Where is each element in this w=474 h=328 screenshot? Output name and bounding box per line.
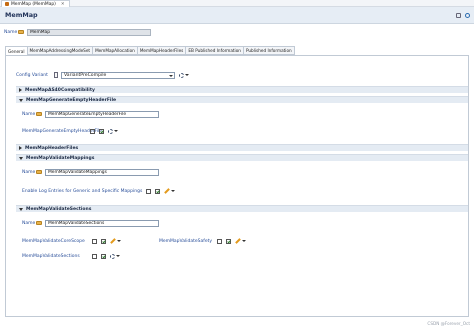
pencil-menu-caret[interactable] [242,240,246,242]
editor-tab-label: MemMap (MemMap) [11,1,56,7]
section-header-files[interactable]: MemMapHeaderFiles [16,144,468,151]
validate-mappings-name-row: Name MemMapValidateMappings [22,168,159,176]
gen-empty-param-row: MemMapGenerateEmptyHeaderFile [22,127,118,135]
tab-addressing-mode-set[interactable]: MemMapAddressingModeSet [27,46,94,55]
gen-empty-checkbox[interactable] [99,128,104,134]
folder-icon [36,221,42,225]
section-title: MemMapGenerateEmptyHeaderFile [26,97,117,103]
validate-sections-param-row: MemMapValidateSections [22,252,120,260]
gen-empty-param-label: MemMapGenerateEmptyHeaderFile [22,128,102,134]
pencil-icon[interactable] [164,188,170,194]
save-icon[interactable] [456,13,461,18]
section-title: MemMapHeaderFiles [25,145,79,151]
validate-sections-checkbox[interactable] [101,253,106,259]
sort-icon[interactable] [146,188,151,194]
editor-tab-memmap[interactable]: MemMap (MemMap) ✕ [1,0,70,7]
module-icon [5,2,9,6]
config-variant-value: VariantPreCompile [64,72,107,78]
document-icon [54,72,58,78]
tab-eb-published-information[interactable]: EB Published Information [186,46,244,55]
tab-allocation[interactable]: MemMapAllocation [93,46,138,55]
validate-core-scope-row: MemMapValidateCoreScope [22,237,121,245]
validate-sections-param-label: MemMapValidateSections [22,253,80,259]
validate-safety-label: MemMapValidateSafety [159,238,213,244]
gear-menu-caret[interactable] [114,130,118,132]
sort-icon[interactable] [92,253,97,259]
sort-icon[interactable] [217,238,222,244]
validate-safety-row: MemMapValidateSafety [159,237,246,245]
pencil-icon[interactable] [235,238,241,244]
page-title: MemMap [5,11,38,19]
gear-icon[interactable] [108,128,113,134]
editor-header: MemMap [0,7,474,24]
help-icon[interactable] [465,13,470,18]
name-label: Name [22,169,36,175]
general-panel: Config Variant VariantPreCompile MemMapA… [5,55,469,317]
validate-safety-checkbox[interactable] [226,238,231,244]
pencil-menu-caret[interactable] [117,240,121,242]
section-title: MemMapValidateSections [26,206,92,212]
pencil-icon[interactable] [110,238,116,244]
sort-icon[interactable] [92,238,97,244]
watermark: CSDN @Forever_Oct [427,321,470,326]
chevron-down-icon [19,98,23,102]
gear-icon[interactable] [110,253,115,259]
name-label: Name [22,220,36,226]
section-as40-compatibility[interactable]: MemMapAS40Compatibility [16,86,468,93]
sort-icon[interactable] [90,128,95,134]
config-variant-label: Config Variant [16,72,48,78]
validate-mappings-param-row: Enable Log Entries for Generic and Speci… [22,187,175,195]
gen-empty-name-row: Name MemMapGenerateEmptyHeaderFile [22,110,159,118]
validate-mappings-checkbox[interactable] [155,188,160,194]
name-label: Name [4,29,18,35]
chevron-down-icon [169,74,173,77]
tab-published-information[interactable]: Published Information [243,46,295,55]
validate-core-scope-label: MemMapValidateCoreScope [22,238,85,244]
tab-header-files[interactable]: MemMapHeaderFiles [137,46,187,55]
name-label: Name [22,111,36,117]
validate-mappings-name-input[interactable]: MemMapValidateMappings [45,168,159,176]
validate-sections-name-row: Name MemMapValidateSections [22,219,159,227]
chevron-down-icon [19,207,23,211]
validate-core-scope-checkbox[interactable] [101,238,106,244]
editor-tab-bar: MemMap (MemMap) ✕ [0,0,474,7]
section-validate-sections[interactable]: MemMapValidateSections [16,205,468,212]
folder-icon [36,112,42,116]
chevron-down-icon [19,156,23,160]
gear-menu-caret[interactable] [116,255,120,257]
subtab-bar: General MemMapAddressingModeSet MemMapAl… [5,46,295,55]
folder-icon [18,30,24,34]
section-generate-empty-header-file[interactable]: MemMapGenerateEmptyHeaderFile [16,96,468,103]
section-title: MemMapAS40Compatibility [25,87,95,93]
config-variant-select[interactable]: VariantPreCompile [61,71,175,79]
close-icon[interactable]: ✕ [61,2,65,7]
pencil-menu-caret[interactable] [171,190,175,192]
gear-icon[interactable] [179,72,184,78]
section-validate-mappings[interactable]: MemMapValidateMappings [16,154,468,161]
tab-general[interactable]: General [5,46,28,55]
name-row: Name MemMap [4,28,151,36]
chevron-right-icon [19,146,22,150]
section-title: MemMapValidateMappings [26,155,95,161]
chevron-right-icon [19,88,22,92]
validate-mappings-param-label: Enable Log Entries for Generic and Speci… [22,188,143,194]
folder-icon [36,170,42,174]
gen-empty-name-input[interactable]: MemMapGenerateEmptyHeaderFile [45,110,159,118]
name-input[interactable]: MemMap [27,28,151,36]
validate-sections-name-input[interactable]: MemMapValidateSections [45,219,159,227]
gear-menu-caret[interactable] [185,74,189,76]
config-variant-row: Config Variant VariantPreCompile [16,71,189,79]
